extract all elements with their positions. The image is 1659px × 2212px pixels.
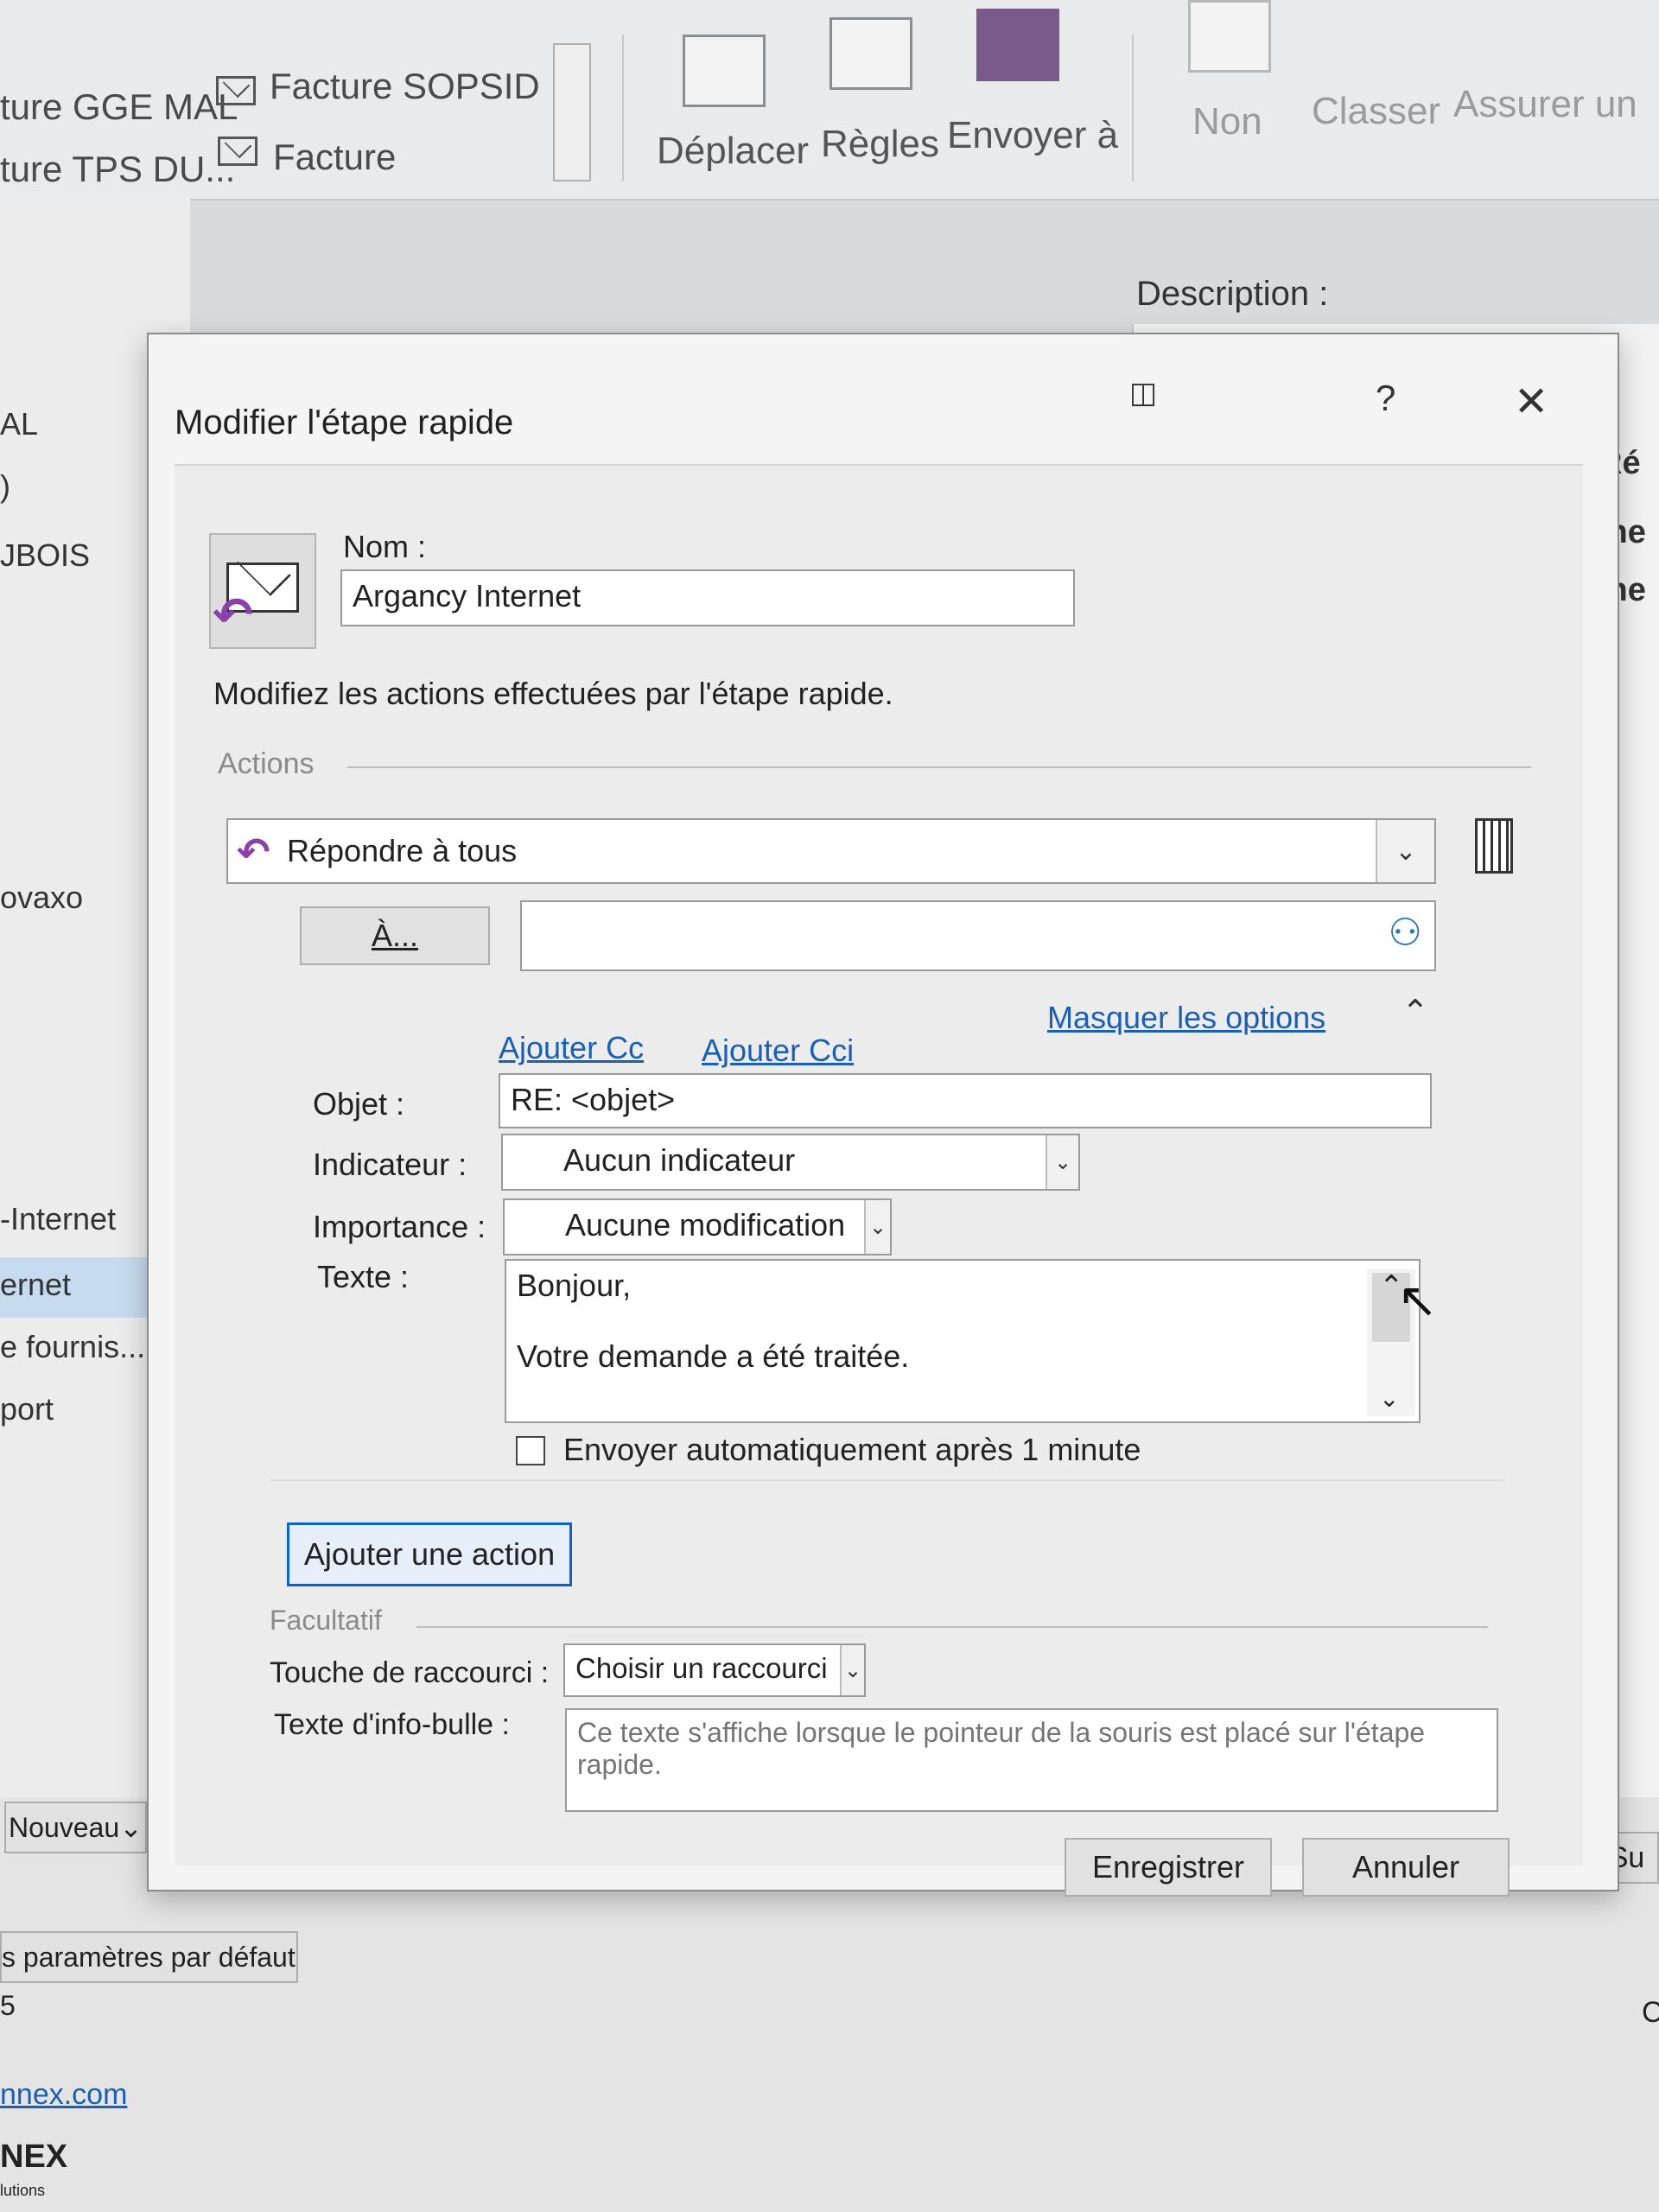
envelope-icon bbox=[218, 137, 257, 166]
trash-icon[interactable] bbox=[1475, 818, 1513, 874]
action-select-value: Répondre à tous bbox=[287, 833, 518, 868]
separator bbox=[1132, 35, 1134, 181]
list-item[interactable]: e fournis... bbox=[0, 1329, 145, 1365]
logo-text: NEX bbox=[0, 2139, 68, 2175]
auto-send-checkbox[interactable] bbox=[516, 1436, 545, 1465]
importance-label: Importance : bbox=[313, 1209, 486, 1244]
tooltip-text-input[interactable] bbox=[565, 1708, 1498, 1812]
envelope-icon bbox=[216, 76, 256, 105]
cancel-button-label: Annuler bbox=[1351, 1849, 1460, 1885]
save-button-label: Enregistrer bbox=[1091, 1849, 1245, 1885]
help-icon[interactable]: ? bbox=[1376, 378, 1395, 419]
new-button-label: Nouveau bbox=[9, 1811, 120, 1843]
list-item[interactable]: port bbox=[0, 1391, 54, 1427]
actions-divider bbox=[347, 766, 1531, 768]
optional-section-label: Facultatif bbox=[270, 1605, 382, 1636]
add-action-label: Ajouter une action bbox=[303, 1536, 556, 1572]
subject-label: Objet : bbox=[313, 1086, 405, 1122]
chevron-up-double-icon[interactable]: ⌃ bbox=[1402, 993, 1429, 1032]
background-letter: C bbox=[1642, 1996, 1659, 2029]
move-button[interactable]: Déplacer bbox=[657, 130, 809, 173]
scroll-down-icon[interactable]: ⌄ bbox=[1379, 1384, 1399, 1413]
shortcut-select[interactable]: Choisir un raccourci ⌄ bbox=[563, 1643, 866, 1697]
list-item[interactable]: JBOIS bbox=[0, 537, 90, 574]
add-cc-link[interactable]: Ajouter Cc bbox=[499, 1030, 644, 1066]
subject-input[interactable]: RE: <objet> bbox=[499, 1073, 1432, 1128]
onenote-icon bbox=[976, 9, 1059, 81]
send-to-button[interactable]: Envoyer à bbox=[947, 114, 1118, 157]
add-action-button[interactable]: Ajouter une action bbox=[287, 1522, 572, 1586]
name-label: Nom : bbox=[343, 529, 427, 564]
list-item[interactable]: ) bbox=[0, 468, 10, 505]
instruction-text: Modifiez les actions effectuées par l'ét… bbox=[213, 676, 893, 711]
quick-step-item[interactable]: Facture bbox=[273, 137, 396, 178]
auto-send-label: Envoyer automatiquement après 1 minute bbox=[563, 1432, 1141, 1467]
action-select[interactable]: ↶ Répondre à tous ⌄ bbox=[226, 818, 1436, 884]
reply-all-envelope-icon: ↶ bbox=[209, 533, 316, 649]
actions-section-label: Actions bbox=[218, 747, 315, 780]
chevron-down-icon[interactable]: ⌄ bbox=[1046, 1135, 1078, 1189]
rules-button[interactable]: Règles bbox=[821, 123, 939, 166]
website-link[interactable]: nnex.com bbox=[0, 2078, 127, 2112]
default-settings-button[interactable]: s paramètres par défaut bbox=[0, 1931, 298, 1983]
text-label: Texte : bbox=[317, 1259, 410, 1294]
to-button-label: À... bbox=[371, 918, 419, 953]
body-text-area[interactable]: Bonjour, Votre demande a été traitée. ⌃ … bbox=[505, 1259, 1421, 1423]
importance-select-value: Aucune modification bbox=[565, 1207, 846, 1243]
dialog-title: Modifier l'étape rapide bbox=[175, 404, 514, 442]
name-input[interactable]: Argancy Internet bbox=[340, 569, 1075, 626]
chevron-down-icon[interactable]: ⌄ bbox=[1376, 820, 1434, 882]
unread-icon bbox=[1188, 0, 1271, 73]
description-label: Description : bbox=[1136, 275, 1329, 313]
flag-label: Indicateur : bbox=[313, 1147, 467, 1182]
mouse-cursor-icon: ↖ bbox=[1397, 1273, 1438, 1327]
move-icon bbox=[683, 35, 766, 107]
save-button[interactable]: Enregistrer bbox=[1065, 1838, 1272, 1897]
add-bcc-link[interactable]: Ajouter Cci bbox=[702, 1033, 854, 1069]
list-item[interactable]: AL bbox=[0, 406, 38, 442]
cancel-button[interactable]: Annuler bbox=[1302, 1838, 1510, 1897]
address-book-icon[interactable]: ⚇ bbox=[1389, 911, 1422, 955]
body-text-line: Votre demande a été traitée. bbox=[517, 1338, 910, 1374]
chevron-down-icon[interactable]: ⌄ bbox=[840, 1645, 864, 1695]
hide-options-link[interactable]: Masquer les options bbox=[1047, 1000, 1325, 1036]
to-button[interactable]: À... bbox=[300, 906, 490, 965]
default-settings-label: s paramètres par défaut bbox=[2, 1941, 296, 1973]
quick-step-item[interactable]: ture GGE MAL bbox=[0, 86, 238, 128]
close-icon[interactable]: ✕ bbox=[1514, 378, 1548, 426]
unread-button[interactable]: Non bbox=[1192, 100, 1262, 143]
new-button[interactable]: Nouveau ⌄ bbox=[4, 1802, 147, 1853]
quick-step-item[interactable]: Facture SOPSID bbox=[270, 66, 540, 107]
rules-icon bbox=[830, 17, 912, 90]
followup-button[interactable]: Assurer un bbox=[1453, 83, 1637, 126]
list-item[interactable]: ernet bbox=[0, 1267, 71, 1303]
reply-all-icon: ↶ bbox=[237, 830, 270, 874]
shortcut-select-value: Choisir un raccourci bbox=[575, 1652, 828, 1684]
list-item[interactable]: -Internet bbox=[0, 1201, 116, 1237]
logo-subtext: lutions bbox=[0, 2182, 46, 2199]
misc-number: 5 bbox=[0, 1990, 16, 2021]
quick-step-item[interactable]: ture TPS DU... bbox=[0, 149, 235, 190]
importance-select[interactable]: Aucune modification ⌄ bbox=[503, 1198, 892, 1255]
quick-steps-scrollbar[interactable] bbox=[553, 43, 591, 181]
to-recipient-input[interactable]: ⚇ bbox=[520, 900, 1436, 971]
actions-end-divider bbox=[270, 1479, 1505, 1481]
body-text-line: Bonjour, bbox=[517, 1268, 632, 1303]
tooltip-label: Texte d'info-bulle : bbox=[274, 1708, 510, 1741]
ribbon: ture GGE MAL ture TPS DU... Facture SOPS… bbox=[0, 0, 1659, 200]
window-layout-icon[interactable]: ◫ bbox=[1129, 376, 1157, 410]
list-item[interactable]: ovaxo bbox=[0, 880, 83, 916]
optional-divider bbox=[416, 1626, 1488, 1628]
separator bbox=[622, 35, 624, 181]
chevron-down-icon[interactable]: ⌄ bbox=[864, 1200, 890, 1254]
edit-quick-step-dialog: Modifier l'étape rapide ◫ ? ✕ ↶ Nom : Ar… bbox=[147, 333, 1619, 1897]
flag-select[interactable]: Aucun indicateur ⌄ bbox=[501, 1134, 1080, 1191]
flag-select-value: Aucun indicateur bbox=[563, 1142, 796, 1178]
categorize-button[interactable]: Classer bbox=[1312, 90, 1440, 133]
shortcut-label: Touche de raccourci : bbox=[270, 1656, 550, 1689]
reply-arrow-icon: ↶ bbox=[213, 588, 253, 642]
